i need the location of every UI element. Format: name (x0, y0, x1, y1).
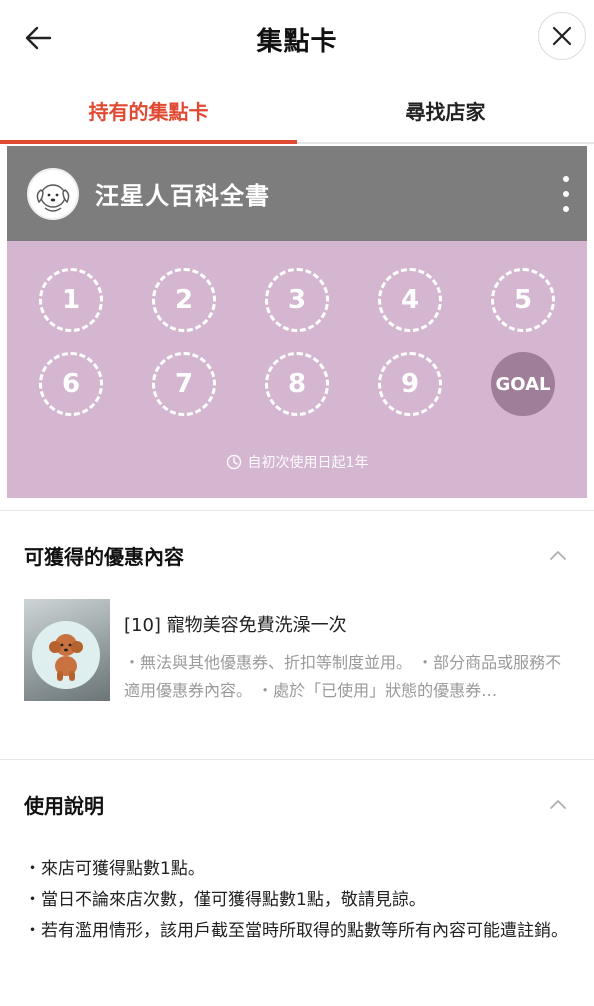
back-button[interactable] (20, 20, 56, 56)
usage-item: ・當日不論來店次數，僅可獲得點數1點，敬請見諒。 (24, 890, 426, 910)
validity-text: 自初次使用日起1年 (247, 455, 369, 471)
close-icon (552, 26, 572, 46)
shop-avatar (27, 167, 79, 220)
stamp-slot: 7 (152, 352, 216, 416)
page-title: 集點卡 (256, 26, 338, 57)
poodle-icon (49, 634, 83, 681)
usage-section: 使用說明 ・來店可獲得點數1點。 ・當日不論來店次數，僅可獲得點數1點，敬請見諒… (0, 759, 594, 967)
dog-avatar-icon (36, 183, 70, 212)
stamp-goal: GOAL (491, 352, 555, 416)
stamp-slot: 9 (378, 352, 442, 416)
stamp-slot: 3 (265, 268, 329, 332)
close-button[interactable] (538, 12, 586, 60)
benefits-title: 可獲得的優惠內容 (24, 544, 184, 569)
coupon-description: ・無法與其他優惠券、折扣等制度並用。 ・部分商品或服務不適用優惠券內容。 ・處於… (124, 653, 562, 700)
tab-find-stores[interactable]: 尋找店家 (297, 78, 594, 142)
usage-item: ・來店可獲得點數1點。 (24, 859, 205, 879)
usage-list: ・來店可獲得點數1點。 ・當日不論來店次數，僅可獲得點數1點，敬請見諒。 ・若有… (24, 854, 570, 967)
usage-header[interactable]: 使用說明 (24, 760, 570, 848)
tab-bar: 持有的集點卡 尋找店家 (0, 78, 594, 144)
more-vertical-icon[interactable] (559, 176, 573, 212)
chevron-up-icon[interactable] (546, 792, 570, 816)
stamp-grid: 1 2 3 4 5 6 7 8 9 GOAL (39, 268, 559, 416)
stamp-slot: 6 (39, 352, 103, 416)
stamp-card-header: 汪星人百科全書 (7, 146, 587, 241)
usage-title: 使用說明 (24, 793, 104, 818)
stamp-slot: 8 (265, 352, 329, 416)
coupon-item[interactable]: [10] 寵物美容免費洗澡一次 ・無法與其他優惠券、折扣等制度並用。 ・部分商品… (24, 599, 570, 759)
usage-item: ・若有濫用情形，該用戶截至當時所取得的點數等所有內容可能遭註銷。 (24, 921, 568, 941)
coupon-body: [10] 寵物美容免費洗澡一次 ・無法與其他優惠券、折扣等制度並用。 ・部分商品… (124, 599, 564, 705)
stamp-card[interactable]: 汪星人百科全書 1 2 3 4 5 6 7 8 9 GOAL 自初次使用日起1年 (7, 146, 587, 498)
stamp-slot: 1 (39, 268, 103, 332)
stamp-slot: 5 (491, 268, 555, 332)
coupon-title: [10] 寵物美容免費洗澡一次 (124, 615, 347, 636)
benefits-section: 可獲得的優惠內容 [10] 寵物美容免費洗澡一次 ・無法與其他優惠券、折扣等制度… (0, 510, 594, 759)
app-header: 集點卡 (0, 0, 594, 78)
shop-name: 汪星人百科全書 (95, 182, 270, 210)
arrow-left-icon (25, 26, 52, 50)
coupon-image (24, 599, 110, 701)
clock-icon (226, 454, 241, 470)
stamp-slot: 2 (152, 268, 216, 332)
tab-owned-cards[interactable]: 持有的集點卡 (0, 78, 297, 144)
chevron-up-icon[interactable] (546, 543, 570, 567)
benefits-header[interactable]: 可獲得的優惠內容 (24, 511, 570, 599)
stamp-slot: 4 (378, 268, 442, 332)
card-validity: 自初次使用日起1年 (7, 452, 587, 472)
